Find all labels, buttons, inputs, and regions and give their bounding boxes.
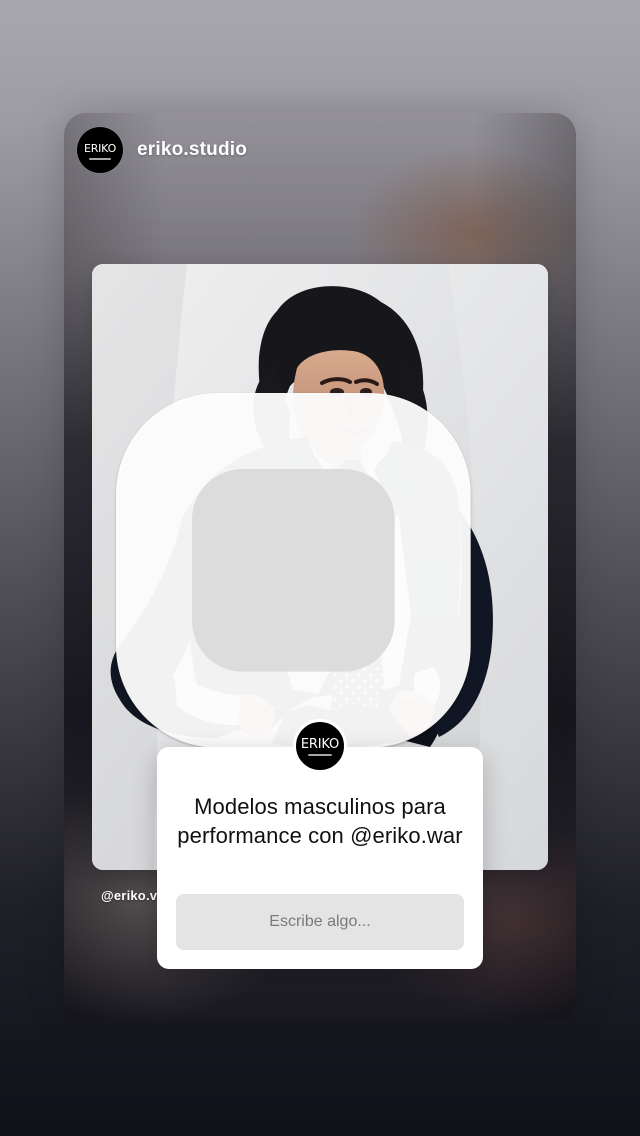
sticker-avatar-logo: ERIKO (300, 736, 340, 752)
question-sticker[interactable]: ERIKO Modelos masculinos para performanc… (157, 719, 483, 969)
avatar-logo: ERIKO (83, 141, 117, 155)
username[interactable]: eriko.studio (137, 139, 247, 161)
avatar-logo-underline (89, 158, 111, 160)
reply-input[interactable] (176, 894, 464, 950)
sticker-avatar-underline (308, 754, 332, 756)
story-header: ERIKO eriko.studio (77, 126, 247, 174)
sticker-avatar: ERIKO (293, 719, 347, 773)
question-text: Modelos masculinos para performance con … (177, 794, 463, 848)
profile-avatar[interactable]: ERIKO (77, 127, 123, 173)
story-caption[interactable]: @eriko.v (101, 888, 157, 903)
